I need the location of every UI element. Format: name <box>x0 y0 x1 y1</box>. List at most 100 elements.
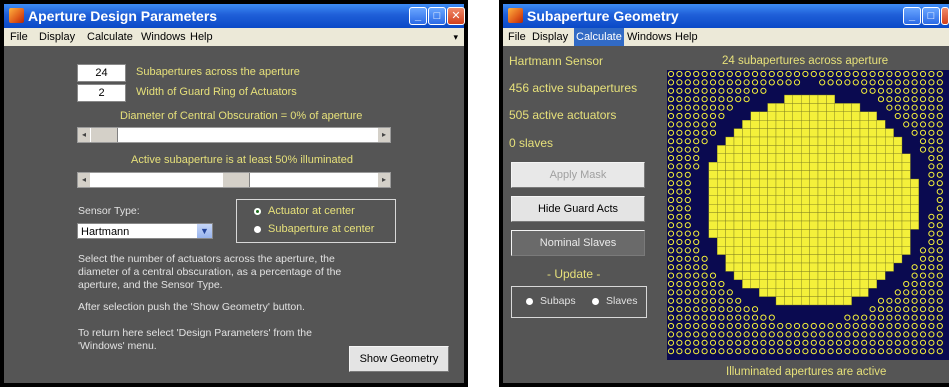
subaperture-cell <box>868 271 877 280</box>
menu-file[interactable]: File <box>508 28 526 46</box>
obscuration-slider-thumb[interactable] <box>90 128 118 142</box>
menu-help[interactable]: Help <box>675 28 698 46</box>
subaperture-cell <box>817 128 827 138</box>
show-geometry-button[interactable]: Show Geometry <box>349 346 449 372</box>
subaperture-cell <box>884 254 894 264</box>
obscuration-slider[interactable]: ◂ ▸ <box>77 127 391 143</box>
subaperture-cell <box>775 254 785 264</box>
subaperture-cell <box>817 94 827 104</box>
subaperture-cell <box>800 170 810 180</box>
aperture-titlebar[interactable]: Aperture Design Parameters _ □ ✕ <box>4 4 465 28</box>
subaperture-cell <box>834 287 844 297</box>
radio-update-slaves[interactable] <box>592 298 599 305</box>
radio-actuator-center-label[interactable]: Actuator at center <box>268 205 355 217</box>
subaperture-cell <box>767 178 777 188</box>
illumination-slider[interactable]: ◂ ▸ <box>77 172 391 188</box>
subaperture-cell <box>784 237 794 247</box>
menu-calculate[interactable]: Calculate <box>574 28 624 46</box>
radio-actuator-center[interactable] <box>254 208 261 215</box>
radio-update-slaves-label[interactable]: Slaves <box>606 295 638 307</box>
subaperture-cell <box>842 254 852 264</box>
menu-file[interactable]: File <box>10 28 28 46</box>
subaperture-cell <box>792 203 802 213</box>
radio-update-subaps[interactable] <box>526 298 533 305</box>
subaperture-cell <box>809 161 819 171</box>
apply-mask-button[interactable]: Apply Mask <box>511 162 645 188</box>
subaperture-cell <box>750 229 760 238</box>
maximize-button[interactable]: □ <box>428 7 446 25</box>
radio-subaperture-center-label[interactable]: Subaperture at center <box>268 223 374 235</box>
update-option-group: Subaps Slaves <box>511 286 647 318</box>
subaperture-cell <box>725 212 735 222</box>
subaperture-cell <box>733 237 743 247</box>
menu-windows[interactable]: Windows <box>141 28 186 46</box>
subaperture-cell <box>742 128 752 138</box>
subaperture-cell <box>834 145 844 155</box>
nominal-slaves-button[interactable]: Nominal Slaves <box>511 230 645 256</box>
subaperture-cell <box>901 161 911 171</box>
close-button[interactable] <box>941 7 949 25</box>
slaves-count-text: 0 slaves <box>509 136 554 150</box>
subaperture-cell <box>717 195 726 205</box>
menu-calculate[interactable]: Calculate <box>87 28 133 46</box>
subaperture-cell <box>809 178 819 188</box>
subaperture-cell <box>826 94 835 104</box>
subaperture-cell <box>800 128 810 138</box>
minimize-button[interactable]: _ <box>409 7 427 25</box>
subaperture-cell <box>876 161 886 171</box>
sensor-type-select[interactable]: Hartmann ▼ <box>77 223 213 239</box>
subaperture-cell <box>859 128 869 138</box>
radio-update-subaps-label[interactable]: Subaps <box>540 295 576 307</box>
subaperture-cell <box>834 111 844 121</box>
subaperture-cell <box>800 296 810 306</box>
subaperture-cell <box>842 296 852 306</box>
minimize-button[interactable]: _ <box>903 7 921 25</box>
slider-left-arrow-icon[interactable]: ◂ <box>78 128 90 142</box>
subaperture-cell <box>809 229 819 238</box>
slider-right-arrow-icon[interactable]: ▸ <box>378 128 390 142</box>
subaperture-cell <box>784 279 794 289</box>
slider-left-arrow-icon[interactable]: ◂ <box>78 173 90 187</box>
close-button[interactable]: ✕ <box>447 7 465 25</box>
subaperture-cell <box>742 271 752 280</box>
menu-chevron-icon[interactable]: ▾ <box>453 28 458 46</box>
menu-display[interactable]: Display <box>39 28 75 46</box>
subaperture-cell <box>775 212 785 222</box>
subaperture-cell <box>742 145 752 155</box>
subaperture-cell <box>901 212 911 222</box>
subaperture-cell <box>775 220 785 230</box>
subaperture-cell <box>851 254 861 264</box>
subaperture-cell <box>817 279 827 289</box>
subapertures-input[interactable] <box>77 64 126 82</box>
menu-display[interactable]: Display <box>532 28 568 46</box>
subaperture-cell <box>767 220 777 230</box>
subaperture-cell <box>809 120 819 129</box>
subaperture-cell <box>868 153 877 163</box>
subaperture-cell <box>826 120 835 129</box>
geometry-titlebar[interactable]: Subaperture Geometry _ □ <box>503 4 949 28</box>
subaperture-cell <box>725 254 735 264</box>
maximize-button[interactable]: □ <box>922 7 940 25</box>
subaperture-cell <box>842 287 852 297</box>
guard-ring-input[interactable] <box>77 84 126 102</box>
hide-guard-acts-button[interactable]: Hide Guard Acts <box>511 196 645 222</box>
help-text-return: To return here select 'Design Parameters… <box>78 327 312 352</box>
illumination-slider-thumb[interactable] <box>222 173 250 187</box>
subaperture-cell <box>775 229 785 238</box>
subaperture-cell <box>750 279 760 289</box>
subaperture-cell <box>842 203 852 213</box>
slider-right-arrow-icon[interactable]: ▸ <box>378 173 390 187</box>
subaperture-cell <box>851 271 861 280</box>
menu-help[interactable]: Help <box>190 28 213 46</box>
aperture-client-area: Subapertures across the aperture Width o… <box>4 46 464 383</box>
chevron-down-icon[interactable]: ▼ <box>197 224 212 238</box>
subaperture-cell <box>809 187 819 197</box>
radio-subaperture-center[interactable] <box>254 226 261 233</box>
subaperture-cell <box>717 145 726 155</box>
subaperture-cell <box>792 128 802 138</box>
menu-windows[interactable]: Windows <box>627 28 672 46</box>
subaperture-cell <box>733 170 743 180</box>
subaperture-cell <box>851 187 861 197</box>
subaperture-cell <box>733 195 743 205</box>
subaperture-cell <box>725 195 735 205</box>
